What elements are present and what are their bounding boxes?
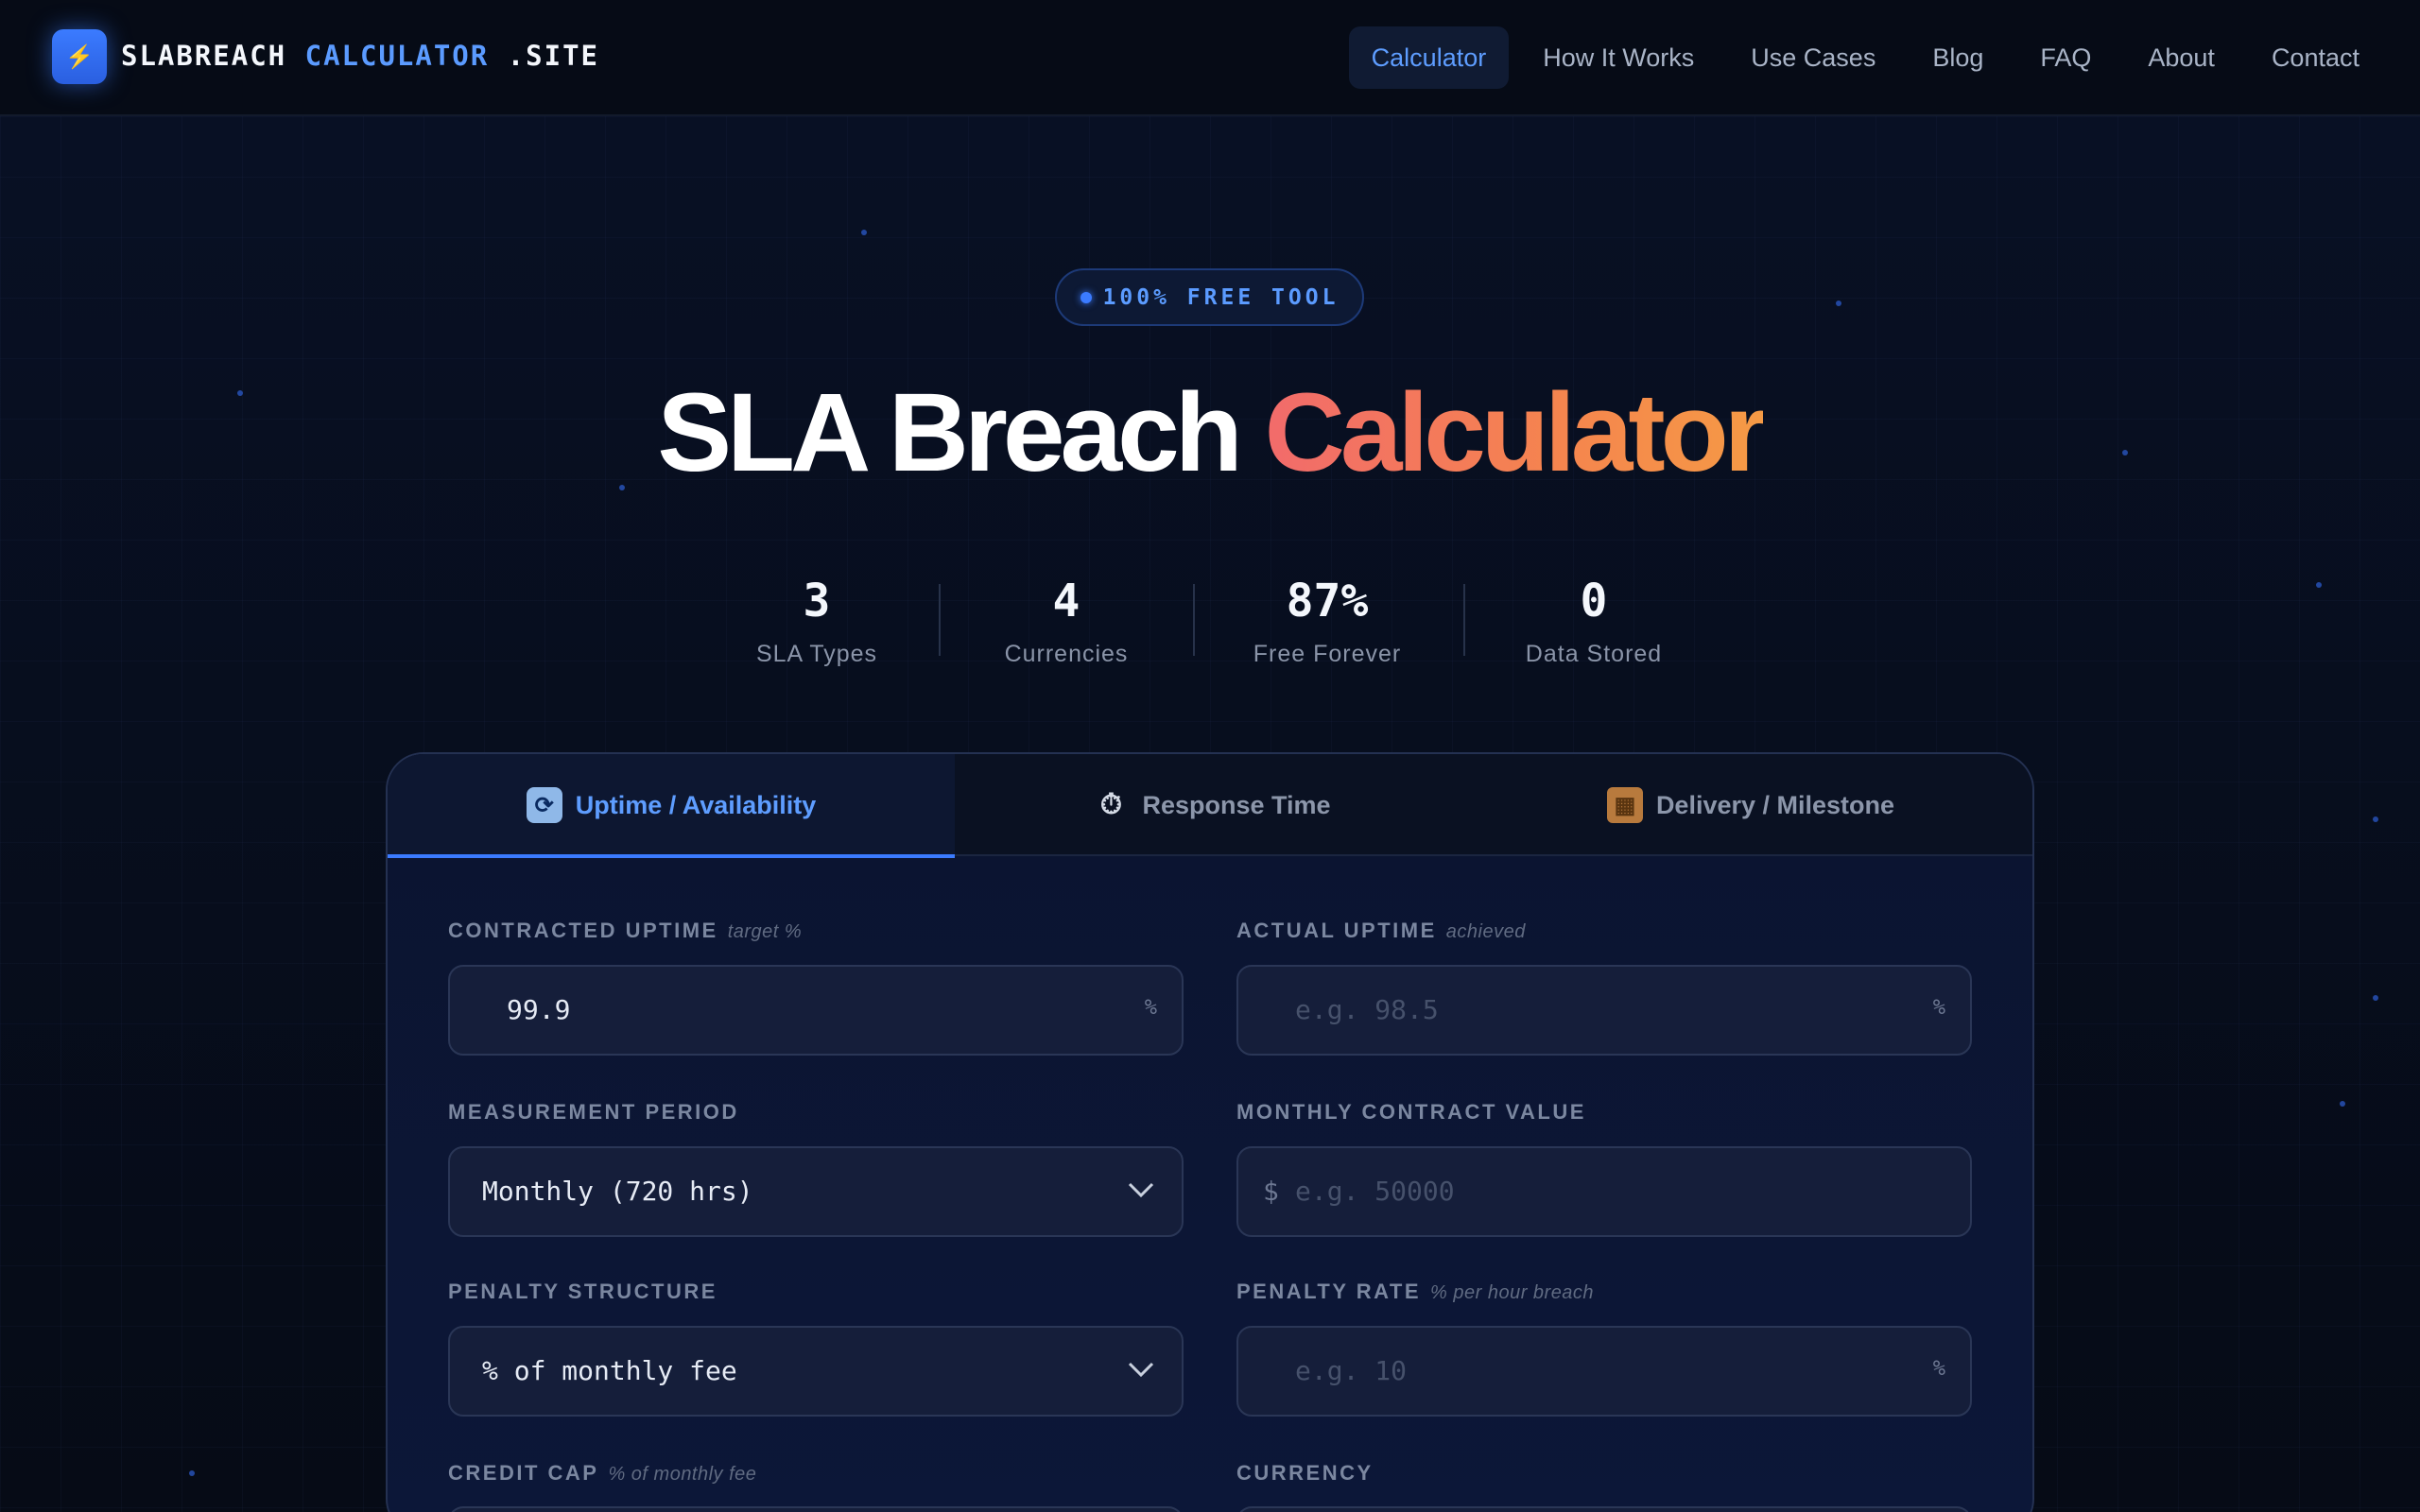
nav-use-cases[interactable]: Use Cases — [1728, 26, 1898, 89]
label-hint: % of monthly fee — [608, 1464, 757, 1485]
package-icon: ▦ — [1606, 787, 1643, 823]
label-text: MEASUREMENT PERIOD — [448, 1100, 739, 1124]
tab-label: Uptime / Availability — [575, 790, 817, 819]
penalty-structure-label: PENALTY STRUCTURE — [448, 1280, 717, 1304]
stat-value: 0 — [1580, 575, 1608, 627]
nav-calculator[interactable]: Calculator — [1348, 26, 1510, 89]
currency-select[interactable] — [1236, 1506, 1972, 1512]
measurement-period-label: MEASUREMENT PERIOD — [448, 1100, 739, 1125]
title-main: SLA Breach — [657, 370, 1242, 495]
contracted-uptime-label: CONTRACTED UPTIME target % — [448, 919, 802, 943]
stat-divider — [939, 584, 941, 656]
nav-how-it-works[interactable]: How It Works — [1520, 26, 1717, 89]
sync-icon: ⟳ — [526, 787, 562, 823]
background-star — [2373, 816, 2378, 822]
stat-label: Free Forever — [1253, 641, 1402, 667]
stat-data-stored: 0 Data Stored — [1526, 567, 1662, 668]
stats-row: 3 SLA Types 4 Currencies 87% Free Foreve… — [0, 567, 2420, 671]
input-placeholder: e.g. 98.5 — [1295, 994, 1439, 1025]
stat-label: Currencies — [1004, 641, 1129, 667]
title-accent: Calculator — [1264, 370, 1768, 495]
label-text: CREDIT CAP — [448, 1461, 599, 1485]
tab-uptime-availability[interactable]: ⟳ Uptime / Availability — [388, 754, 955, 858]
actual-uptime-label: ACTUAL UPTIME achieved — [1236, 919, 1526, 943]
stat-currencies: 4 Currencies — [1005, 567, 1129, 668]
stat-divider — [1193, 584, 1195, 656]
stopwatch-icon: ⏱ — [1099, 789, 1123, 820]
penalty-rate-input[interactable]: e.g. 10 % — [1236, 1326, 1972, 1417]
badge-label: 100% FREE TOOL — [1102, 284, 1340, 310]
status-dot-icon — [1080, 291, 1092, 303]
actual-uptime-input[interactable]: e.g. 98.5 % — [1236, 965, 1972, 1056]
credit-cap-label: CREDIT CAP % of monthly fee — [448, 1461, 756, 1486]
percent-suffix: % — [1144, 996, 1157, 1020]
chevron-down-icon — [1128, 1362, 1154, 1378]
background-star — [189, 1470, 195, 1476]
percent-suffix: % — [1932, 1357, 1945, 1381]
free-tool-badge: 100% FREE TOOL — [1055, 268, 1364, 326]
percent-suffix: % — [1932, 996, 1945, 1020]
site-brand[interactable]: SLABREACH CALCULATOR .SITE — [121, 40, 599, 72]
stat-value: 87% — [1286, 575, 1369, 627]
nav-contact[interactable]: Contact — [2249, 26, 2382, 89]
stat-label: Data Stored — [1525, 641, 1663, 667]
penalty-structure-select[interactable]: % of monthly fee — [448, 1326, 1184, 1417]
label-hint: % per hour breach — [1430, 1282, 1595, 1303]
background-star — [861, 230, 867, 235]
label-text: CURRENCY — [1236, 1461, 1374, 1485]
label-text: PENALTY STRUCTURE — [448, 1280, 717, 1303]
nav-faq[interactable]: FAQ — [2017, 26, 2114, 89]
sla-type-tabs: ⟳ Uptime / Availability ⏱ Response Time … — [388, 754, 2032, 858]
label-text: ACTUAL UPTIME — [1236, 919, 1437, 942]
penalty-rate-label: PENALTY RATE % per hour breach — [1236, 1280, 1594, 1304]
stat-label: SLA Types — [755, 641, 878, 667]
nav-blog[interactable]: Blog — [1910, 26, 2006, 89]
tab-label: Response Time — [1142, 790, 1331, 819]
brand-accent: CALCULATOR — [304, 40, 490, 72]
label-hint: achieved — [1445, 921, 1526, 942]
brand-domain: .SITE — [507, 40, 599, 72]
background-star — [1836, 301, 1841, 306]
calculator-card: ⟳ Uptime / Availability ⏱ Response Time … — [386, 752, 2034, 1512]
tab-response-time[interactable]: ⏱ Response Time — [955, 754, 1469, 856]
brand-name: SLABREACH — [121, 40, 287, 72]
select-value: Monthly (720 hrs) — [482, 1176, 753, 1207]
page-title: SLA Breach Calculator — [0, 369, 2420, 497]
input-placeholder: e.g. 50000 — [1295, 1176, 1455, 1207]
select-value: % of monthly fee — [482, 1355, 737, 1386]
credit-cap-input[interactable] — [448, 1506, 1184, 1512]
main-nav: Calculator How It Works Use Cases Blog F… — [1338, 26, 2382, 89]
label-text: MONTHLY CONTRACT VALUE — [1236, 1100, 1586, 1124]
stat-divider — [1463, 584, 1465, 656]
label-text: CONTRACTED UPTIME — [448, 919, 718, 942]
contracted-uptime-input[interactable]: 99.9 % — [448, 965, 1184, 1056]
monthly-contract-value-label: MONTHLY CONTRACT VALUE — [1236, 1100, 1586, 1125]
stat-sla-types: 3 SLA Types — [756, 567, 877, 668]
currency-label: CURRENCY — [1236, 1461, 1374, 1486]
stat-value: 3 — [803, 575, 831, 627]
label-hint: target % — [727, 921, 803, 942]
input-placeholder: e.g. 10 — [1295, 1355, 1408, 1386]
stat-value: 4 — [1052, 575, 1080, 627]
tab-delivery-milestone[interactable]: ▦ Delivery / Milestone — [1469, 754, 2032, 856]
nav-about[interactable]: About — [2125, 26, 2238, 89]
background-star — [2340, 1101, 2345, 1107]
label-text: PENALTY RATE — [1236, 1280, 1422, 1303]
top-navigation-bar: ⚡ SLABREACH CALCULATOR .SITE Calculator … — [0, 0, 2420, 116]
currency-prefix: $ — [1263, 1176, 1279, 1207]
lightning-bolt-icon[interactable]: ⚡ — [52, 29, 107, 84]
measurement-period-select[interactable]: Monthly (720 hrs) — [448, 1146, 1184, 1237]
tab-label: Delivery / Milestone — [1655, 790, 1895, 819]
monthly-contract-value-input[interactable]: $ e.g. 50000 — [1236, 1146, 1972, 1237]
input-value: 99.9 — [507, 994, 571, 1025]
chevron-down-icon — [1128, 1182, 1154, 1198]
background-star — [2373, 995, 2378, 1001]
stat-free-forever: 87% Free Forever — [1253, 567, 1401, 668]
